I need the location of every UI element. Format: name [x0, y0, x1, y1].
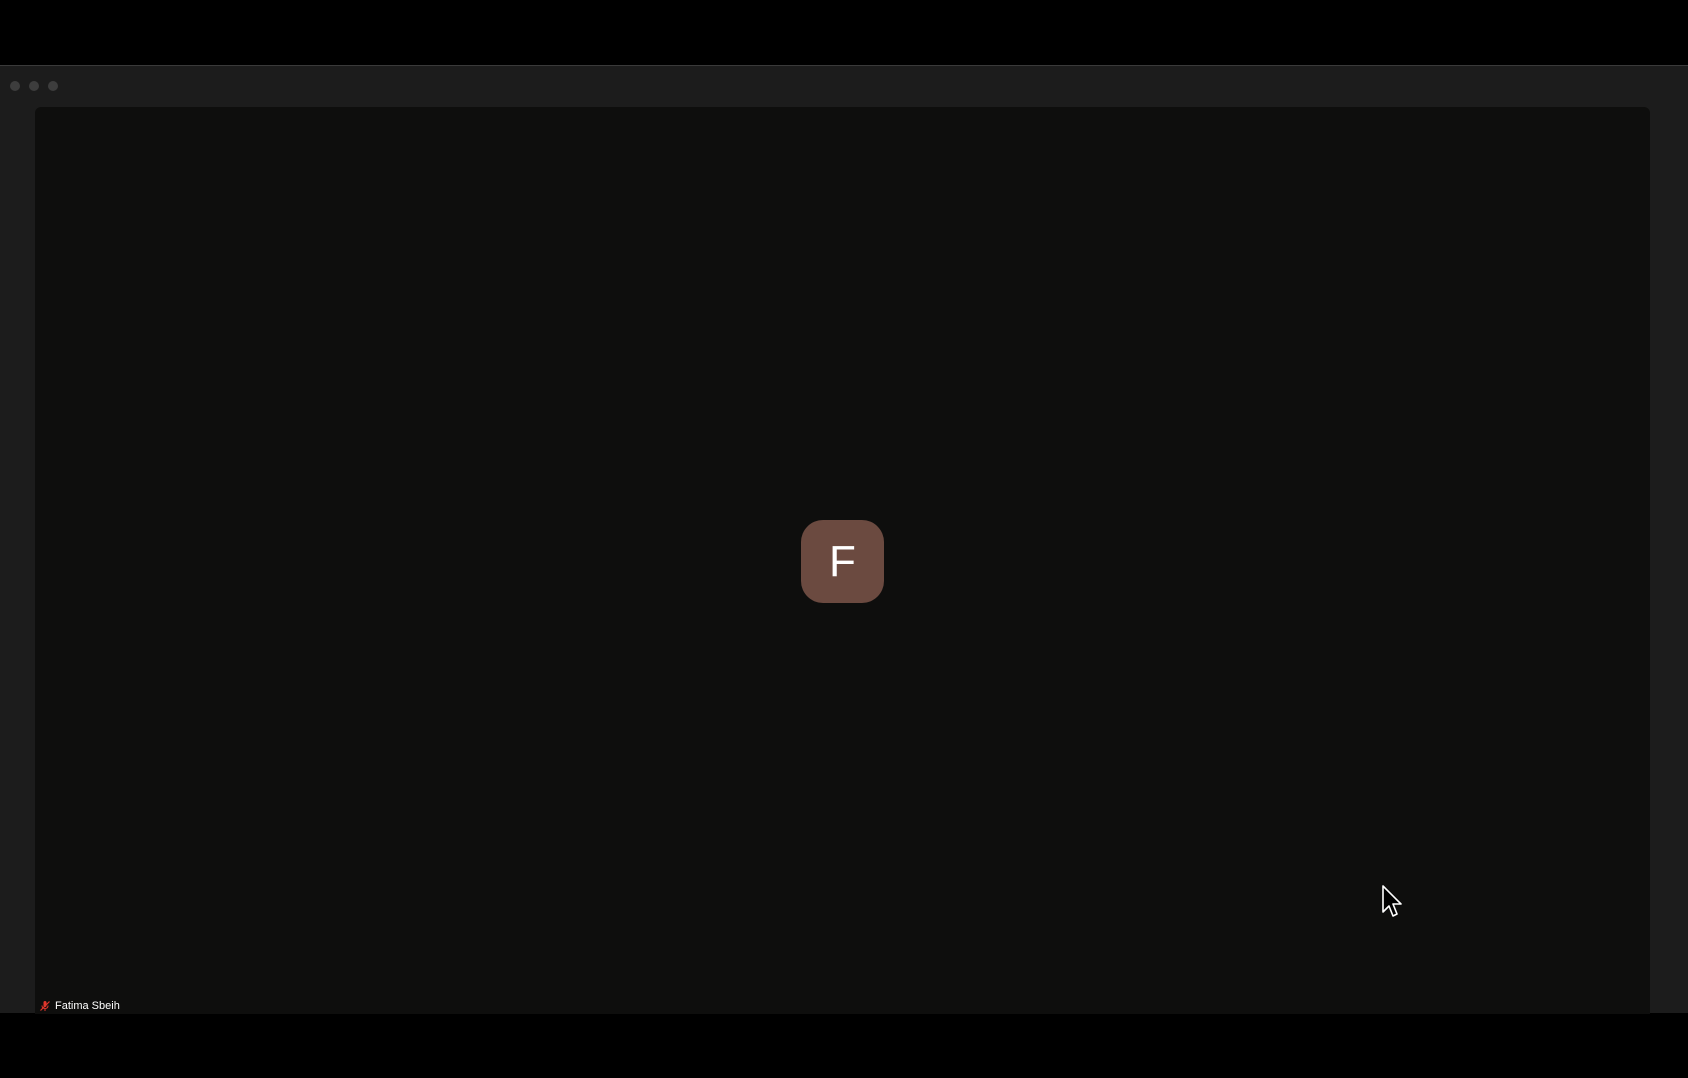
- close-button[interactable]: [10, 81, 20, 91]
- participant-name: Fatima Sbeih: [55, 1000, 120, 1012]
- mouse-cursor-icon: [1382, 885, 1402, 917]
- zoom-button[interactable]: [48, 81, 58, 91]
- participant-video-tile[interactable]: F Fatima Sbeih: [35, 107, 1650, 1014]
- minimize-button[interactable]: [29, 81, 39, 91]
- meeting-window: F Fatima Sbeih: [0, 65, 1688, 1014]
- participant-name-label: Fatima Sbeih: [39, 1000, 120, 1012]
- mic-muted-icon: [39, 1000, 51, 1012]
- participant-avatar: F: [801, 520, 884, 603]
- window-controls: [10, 81, 58, 91]
- screen: F Fatima Sbeih: [0, 0, 1688, 1078]
